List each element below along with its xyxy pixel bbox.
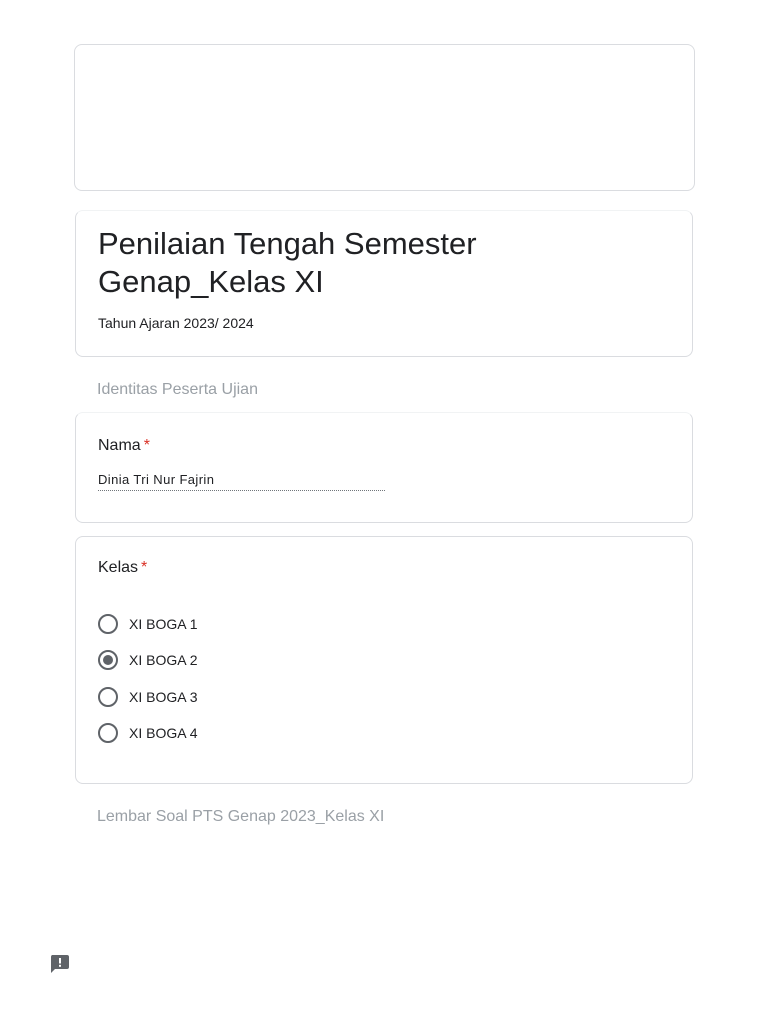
radio-unchecked-icon[interactable] bbox=[98, 614, 118, 634]
question-label-nama: Nama * bbox=[98, 437, 150, 455]
required-asterisk: * bbox=[143, 437, 150, 454]
section-label-lembar-soal: Lembar Soal PTS Genap 2023_Kelas XI bbox=[97, 808, 385, 825]
radio-label: XI BOGA 4 bbox=[129, 725, 198, 741]
radio-option-xi-boga-2[interactable]: XI BOGA 2 bbox=[98, 648, 197, 672]
radio-option-xi-boga-4[interactable]: XI BOGA 4 bbox=[98, 721, 197, 745]
question-card-kelas: Kelas * XI BOGA 1 XI BOGA 2 XI BOGA 3 XI … bbox=[75, 536, 693, 784]
radio-unchecked-icon[interactable] bbox=[98, 723, 118, 743]
header-banner-card bbox=[74, 44, 695, 191]
radio-checked-icon[interactable] bbox=[98, 650, 118, 670]
question-label-kelas: Kelas * bbox=[98, 559, 147, 577]
nama-answer-field[interactable]: Dinia Tri Nur Fajrin bbox=[98, 472, 385, 491]
radio-label: XI BOGA 2 bbox=[129, 652, 198, 668]
feedback-icon[interactable] bbox=[49, 954, 70, 974]
form-title-card: Penilaian Tengah Semester Genap_Kelas XI… bbox=[75, 210, 693, 357]
radio-option-xi-boga-1[interactable]: XI BOGA 1 bbox=[98, 612, 197, 636]
radio-label: XI BOGA 1 bbox=[129, 616, 198, 632]
required-asterisk: * bbox=[141, 559, 148, 576]
question-title-kelas: Kelas bbox=[98, 559, 139, 576]
question-card-nama: Nama * Dinia Tri Nur Fajrin bbox=[75, 412, 693, 523]
section-label-identitas: Identitas Peserta Ujian bbox=[97, 381, 258, 398]
radio-option-xi-boga-3[interactable]: XI BOGA 3 bbox=[98, 685, 197, 709]
radio-label: XI BOGA 3 bbox=[129, 689, 198, 705]
question-title-nama: Nama bbox=[98, 437, 141, 454]
form-title: Penilaian Tengah Semester Genap_Kelas XI bbox=[98, 226, 477, 299]
form-description: Tahun Ajaran 2023/ 2024 bbox=[98, 315, 254, 331]
radio-unchecked-icon[interactable] bbox=[98, 687, 118, 707]
